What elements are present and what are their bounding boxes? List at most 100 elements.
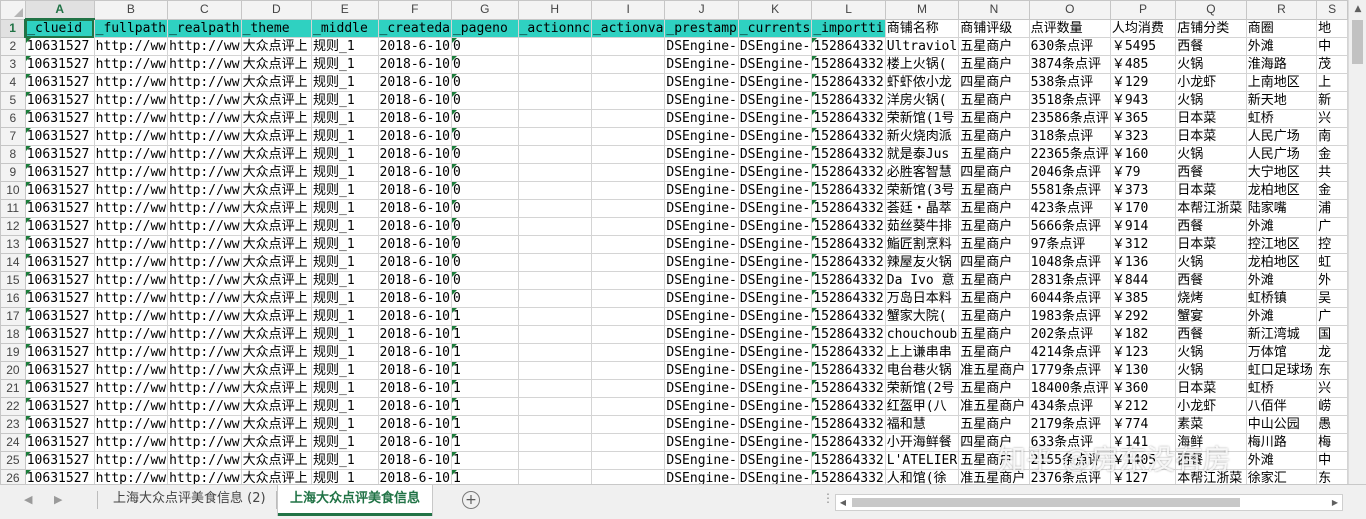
table-cell[interactable]: 10631527 bbox=[24, 469, 95, 484]
table-cell[interactable] bbox=[517, 361, 592, 380]
table-cell[interactable]: 0 bbox=[450, 181, 519, 200]
table-cell[interactable]: 上 bbox=[1316, 73, 1348, 92]
scroll-right-icon[interactable]: ▶ bbox=[1328, 495, 1342, 510]
table-cell[interactable]: 五星商户 bbox=[958, 109, 1030, 128]
header-cell[interactable]: _prestamp bbox=[664, 18, 739, 38]
table-cell[interactable]: 就是泰Jus bbox=[884, 145, 960, 164]
table-cell[interactable]: 火锅 bbox=[1175, 253, 1247, 272]
header-cell[interactable]: 店铺分类 bbox=[1175, 18, 1247, 38]
table-cell[interactable]: DSEngine- bbox=[664, 217, 739, 236]
table-cell[interactable]: 2018-6-10 bbox=[377, 397, 452, 416]
table-cell[interactable] bbox=[590, 235, 666, 254]
table-cell[interactable]: 0 bbox=[450, 271, 519, 290]
table-cell[interactable]: 大众点评上 bbox=[240, 181, 313, 200]
table-cell[interactable]: 大众点评上 bbox=[240, 217, 313, 236]
table-cell[interactable]: http://ww bbox=[167, 73, 242, 92]
table-cell[interactable]: 0 bbox=[450, 217, 519, 236]
table-cell[interactable] bbox=[517, 271, 592, 290]
table-cell[interactable]: 外滩 bbox=[1245, 307, 1318, 326]
table-cell[interactable]: 四星商户 bbox=[958, 73, 1030, 92]
table-cell[interactable]: 大众点评上 bbox=[240, 271, 313, 290]
table-cell[interactable]: 大众点评上 bbox=[240, 361, 313, 380]
caret-left-icon[interactable]: ◀ bbox=[24, 493, 32, 506]
table-cell[interactable]: DSEngine- bbox=[664, 145, 739, 164]
select-all-corner[interactable] bbox=[0, 0, 26, 20]
table-cell[interactable]: 1 bbox=[450, 325, 519, 344]
row-number[interactable]: 17 bbox=[0, 307, 26, 326]
table-cell[interactable]: http://ww bbox=[93, 307, 169, 326]
table-cell[interactable]: http://ww bbox=[167, 91, 242, 110]
column-header[interactable]: M bbox=[884, 0, 960, 20]
table-cell[interactable]: 152864332 bbox=[811, 145, 886, 164]
table-cell[interactable]: 0 bbox=[450, 55, 519, 74]
row-number[interactable]: 20 bbox=[0, 361, 26, 380]
table-cell[interactable]: 0 bbox=[450, 289, 519, 308]
table-cell[interactable]: 日本菜 bbox=[1175, 235, 1247, 254]
table-cell[interactable]: 10631527 bbox=[24, 271, 95, 290]
table-cell[interactable]: http://ww bbox=[93, 163, 169, 182]
table-cell[interactable]: 2018-6-10 bbox=[377, 163, 452, 182]
table-cell[interactable] bbox=[590, 451, 666, 470]
table-cell[interactable]: 2179条点评 bbox=[1028, 415, 1111, 434]
table-cell[interactable] bbox=[517, 289, 592, 308]
column-header[interactable]: F bbox=[377, 0, 452, 20]
table-cell[interactable]: 四星商户 bbox=[958, 433, 1030, 452]
row-number[interactable]: 13 bbox=[0, 235, 26, 254]
table-cell[interactable]: 中 bbox=[1316, 451, 1348, 470]
table-cell[interactable]: 152864332 bbox=[811, 73, 886, 92]
table-cell[interactable]: 万岛日本料 bbox=[884, 289, 960, 308]
column-header[interactable]: Q bbox=[1175, 0, 1247, 20]
table-cell[interactable]: 鮨匠割烹料 bbox=[884, 235, 960, 254]
table-cell[interactable]: 五星商户 bbox=[958, 289, 1030, 308]
table-cell[interactable]: 10631527 bbox=[24, 181, 95, 200]
table-cell[interactable]: 2018-6-10 bbox=[377, 127, 452, 146]
column-header[interactable]: I bbox=[590, 0, 666, 20]
table-cell[interactable]: 大众点评上 bbox=[240, 469, 313, 484]
table-cell[interactable]: 大众点评上 bbox=[240, 433, 313, 452]
table-cell[interactable]: DSEngine- bbox=[664, 325, 739, 344]
row-number[interactable]: 19 bbox=[0, 343, 26, 362]
table-cell[interactable]: 小龙虾 bbox=[1175, 397, 1247, 416]
table-cell[interactable]: 152864332 bbox=[811, 415, 886, 434]
table-cell[interactable]: ￥385 bbox=[1109, 289, 1177, 308]
table-cell[interactable]: 538条点评 bbox=[1028, 73, 1111, 92]
table-cell[interactable]: http://ww bbox=[93, 235, 169, 254]
table-cell[interactable] bbox=[590, 91, 666, 110]
table-cell[interactable]: ￥312 bbox=[1109, 235, 1177, 254]
table-cell[interactable]: 0 bbox=[450, 109, 519, 128]
table-cell[interactable]: 愚 bbox=[1316, 415, 1348, 434]
table-cell[interactable]: 2376条点评 bbox=[1028, 469, 1111, 484]
table-cell[interactable]: 202条点评 bbox=[1028, 325, 1111, 344]
table-cell[interactable]: 外滩 bbox=[1245, 451, 1318, 470]
table-cell[interactable]: 10631527 bbox=[24, 415, 95, 434]
table-cell[interactable]: DSEngine- bbox=[737, 145, 813, 164]
table-cell[interactable]: 控江地区 bbox=[1245, 235, 1318, 254]
table-cell[interactable]: 大众点评上 bbox=[240, 73, 313, 92]
table-cell[interactable]: ￥127 bbox=[1109, 469, 1177, 484]
table-cell[interactable]: 大众点评上 bbox=[240, 235, 313, 254]
table-cell[interactable]: http://ww bbox=[167, 451, 242, 470]
table-cell[interactable]: 大众点评上 bbox=[240, 415, 313, 434]
table-cell[interactable]: 0 bbox=[450, 163, 519, 182]
table-cell[interactable]: 金 bbox=[1316, 181, 1348, 200]
table-cell[interactable]: 1 bbox=[450, 433, 519, 452]
table-cell[interactable]: DSEngine- bbox=[664, 253, 739, 272]
header-cell[interactable]: 商圈 bbox=[1245, 18, 1318, 38]
table-cell[interactable]: 152864332 bbox=[811, 433, 886, 452]
table-cell[interactable] bbox=[517, 109, 592, 128]
row-number[interactable]: 11 bbox=[0, 199, 26, 218]
table-cell[interactable]: 1983条点评 bbox=[1028, 307, 1111, 326]
table-cell[interactable]: 金 bbox=[1316, 145, 1348, 164]
table-cell[interactable]: DSEngine- bbox=[664, 361, 739, 380]
table-cell[interactable]: 2018-6-10 bbox=[377, 37, 452, 56]
table-cell[interactable]: 新江湾城 bbox=[1245, 325, 1318, 344]
table-cell[interactable]: 大众点评上 bbox=[240, 199, 313, 218]
table-cell[interactable]: http://ww bbox=[93, 199, 169, 218]
table-cell[interactable]: DSEngine- bbox=[664, 343, 739, 362]
header-cell[interactable]: 点评数量 bbox=[1028, 18, 1111, 38]
table-cell[interactable]: DSEngine- bbox=[737, 181, 813, 200]
column-header[interactable]: S bbox=[1316, 0, 1348, 20]
table-cell[interactable]: 10631527 bbox=[24, 91, 95, 110]
table-cell[interactable]: 152864332 bbox=[811, 91, 886, 110]
row-number[interactable]: 4 bbox=[0, 73, 26, 92]
